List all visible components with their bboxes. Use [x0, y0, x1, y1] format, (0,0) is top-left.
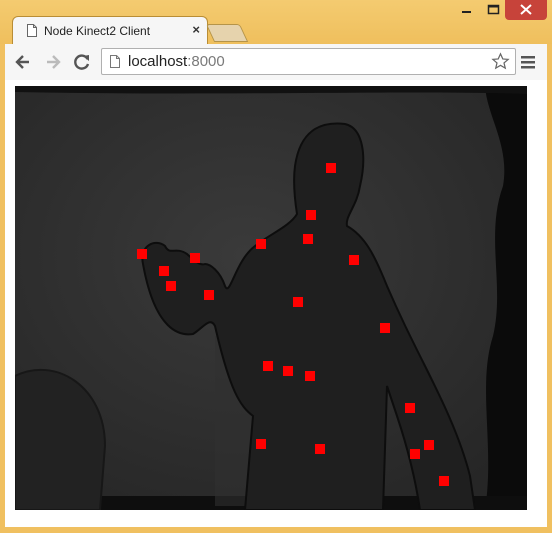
- url-text: localhost:8000: [128, 53, 225, 70]
- minimize-icon: [462, 11, 471, 13]
- skeleton-joint-marker: [263, 361, 273, 371]
- skeleton-joint-marker: [380, 323, 390, 333]
- close-window-button[interactable]: [505, 0, 547, 20]
- skeleton-joint-marker: [306, 210, 316, 220]
- skeleton-joint-marker: [405, 403, 415, 413]
- tab-close-icon[interactable]: ×: [192, 22, 200, 38]
- skeleton-joint-marker: [303, 234, 313, 244]
- skeleton-joint-marker: [315, 444, 325, 454]
- skeleton-joint-marker: [137, 249, 147, 259]
- skeleton-joint-marker: [166, 281, 176, 291]
- skeleton-joint-marker: [349, 255, 359, 265]
- skeleton-joint-marker: [204, 290, 214, 300]
- skeleton-joint-marker: [293, 297, 303, 307]
- skeleton-joint-marker: [439, 476, 449, 486]
- bookmark-star-icon[interactable]: [491, 52, 510, 71]
- kinect-depth-view: [15, 86, 527, 510]
- url-port: :8000: [187, 53, 225, 70]
- skeleton-joint-marker: [326, 163, 336, 173]
- maximize-button[interactable]: [481, 0, 505, 20]
- address-bar[interactable]: localhost:8000: [101, 48, 516, 75]
- menu-icon[interactable]: [520, 54, 536, 70]
- new-tab-button[interactable]: [205, 24, 249, 42]
- page-icon: [27, 24, 37, 37]
- close-icon: [520, 4, 532, 15]
- reload-icon[interactable]: [72, 52, 92, 72]
- skeleton-joint-marker: [305, 371, 315, 381]
- skeleton-joint-marker: [283, 366, 293, 376]
- browser-tab[interactable]: Node Kinect2 Client ×: [12, 16, 208, 44]
- depth-image: [15, 86, 527, 510]
- skeleton-joint-marker: [256, 239, 266, 249]
- browser-toolbar: localhost:8000: [5, 44, 547, 80]
- page-content: [5, 80, 547, 527]
- minimize-button[interactable]: [454, 0, 478, 20]
- browser-window: Node Kinect2 Client × localhost:8000: [0, 0, 552, 533]
- url-host: localhost: [128, 53, 188, 70]
- skeleton-joint-marker: [256, 439, 266, 449]
- back-arrow-icon[interactable]: [13, 52, 33, 72]
- maximize-icon: [487, 4, 500, 15]
- skeleton-joint-marker: [159, 266, 169, 276]
- forward-arrow-icon[interactable]: [43, 52, 63, 72]
- skeleton-joint-marker: [424, 440, 434, 450]
- tab-title: Node Kinect2 Client: [44, 24, 151, 38]
- title-bar: Node Kinect2 Client ×: [0, 0, 552, 44]
- page-icon: [110, 55, 120, 68]
- skeleton-joint-marker: [410, 449, 420, 459]
- skeleton-joint-marker: [190, 253, 200, 263]
